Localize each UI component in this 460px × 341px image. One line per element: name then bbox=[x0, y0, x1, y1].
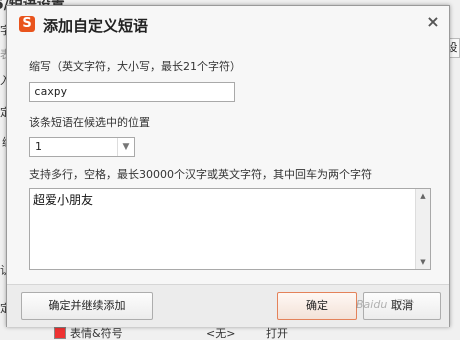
background-value: <无> bbox=[206, 327, 236, 340]
dialog-titlebar[interactable]: S 添加自定义短语 × bbox=[7, 6, 449, 38]
sogou-logo-icon: S bbox=[19, 16, 35, 32]
confirm-and-continue-button[interactable]: 确定并继续添加 bbox=[21, 292, 153, 320]
background-checkbox[interactable] bbox=[54, 327, 66, 339]
add-phrase-dialog: S 添加自定义短语 × 缩写（英文字符，大小写，最长21个字符） caxpy 该… bbox=[6, 5, 450, 327]
background-action: 打开 bbox=[266, 327, 288, 340]
textarea-scrollbar[interactable]: ▲ ▼ bbox=[415, 189, 430, 269]
abbreviation-input[interactable]: caxpy bbox=[29, 82, 235, 102]
background-checkbox-label: 表情&符号 bbox=[70, 327, 123, 340]
content-label: 支持多行，空格，最长30000个汉字或英文字符，其中回车为两个字符 bbox=[29, 168, 372, 181]
phrase-content-text: 超爱小朋友 bbox=[33, 193, 94, 207]
triangle-down-icon[interactable]: ▼ bbox=[416, 255, 430, 269]
cancel-button[interactable]: 取消 bbox=[363, 292, 441, 320]
close-icon[interactable]: × bbox=[425, 14, 441, 30]
triangle-up-icon[interactable]: ▲ bbox=[416, 189, 430, 203]
phrase-content-textarea[interactable]: 超爱小朋友 ▲ ▼ bbox=[29, 188, 431, 270]
position-label: 该条短语在候选中的位置 bbox=[29, 116, 150, 129]
position-select-value: 1 bbox=[35, 140, 42, 153]
dialog-title: 添加自定义短语 bbox=[43, 17, 149, 35]
chevron-down-icon[interactable]: ▼ bbox=[117, 138, 134, 156]
position-select[interactable]: 1 ▼ bbox=[29, 137, 135, 157]
dialog-footer: 确定并继续添加 确定 取消 bbox=[7, 284, 449, 327]
abbr-label: 缩写（英文字符，大小写，最长21个字符） bbox=[29, 60, 241, 73]
ok-button[interactable]: 确定 bbox=[277, 292, 357, 320]
